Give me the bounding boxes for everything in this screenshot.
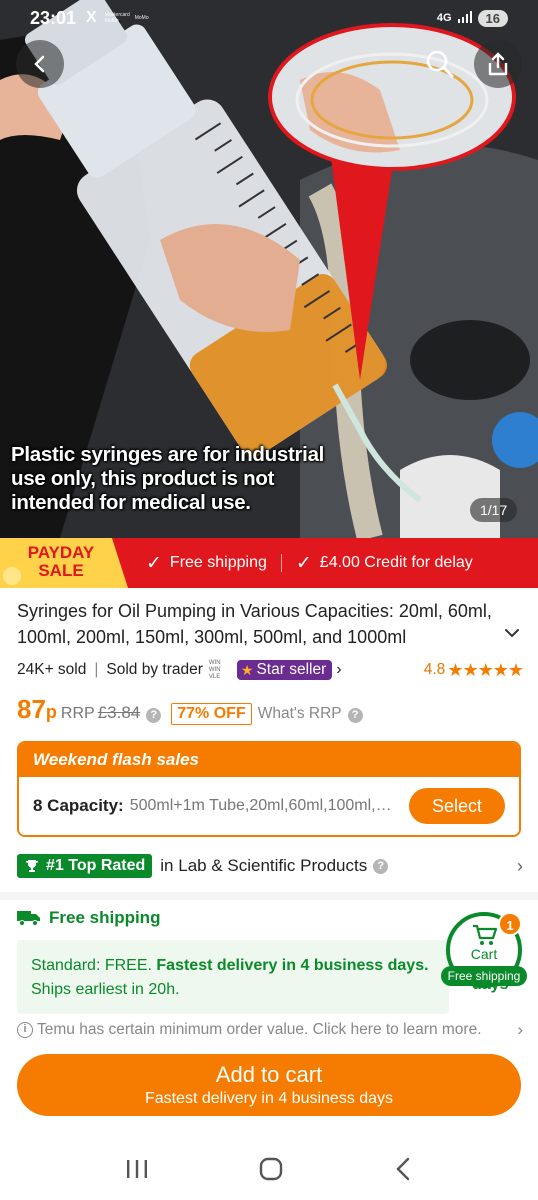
add-to-cart-button[interactable]: Add to cart Fastest delivery in 4 busine…: [17, 1054, 521, 1116]
free-shipping-header: Free shipping: [17, 908, 160, 928]
star-seller-badge[interactable]: ★ Star seller: [236, 660, 333, 680]
flash-sale-header: Weekend flash sales: [19, 743, 519, 777]
star-seller-label: Star seller: [256, 661, 327, 678]
check-icon: ✓: [295, 552, 312, 574]
notice-text: Temu has certain minimum order value. Cl…: [37, 1021, 482, 1038]
shipping-details[interactable]: Standard: FREE. Fastest delivery in 4 bu…: [17, 940, 449, 1014]
promo-free-shipping: ✓ Free shipping: [146, 538, 267, 588]
discount-badge: 77% OFF: [171, 703, 252, 725]
back-button[interactable]: [16, 40, 64, 88]
promo-badge-line1: PAYDAY: [27, 543, 95, 562]
status-time: 23:01: [30, 7, 77, 28]
promo-item-label: £4.00 Credit for delay: [319, 554, 473, 571]
help-icon[interactable]: ?: [347, 708, 363, 723]
help-icon[interactable]: ?: [373, 858, 389, 874]
sold-count: 24K+ sold: [17, 661, 87, 678]
product-image-carousel[interactable]: 23:01 X Mastercard MoMo MoMo 4G 16 Plast…: [0, 0, 538, 538]
cart-icon: [473, 924, 498, 945]
top-rated-row[interactable]: #1 Top Rated in Lab & Scientific Product…: [17, 851, 523, 881]
trophy-icon: [26, 860, 38, 872]
home-icon[interactable]: [258, 1156, 284, 1182]
add-to-cart-label: Add to cart: [215, 1062, 323, 1087]
system-nav-bar: [0, 1138, 538, 1200]
capacity-selector[interactable]: 8 Capacity: 500ml+1m Tube,20ml,60ml,100m…: [19, 777, 519, 835]
chevron-right-icon: ›: [517, 1020, 523, 1039]
promo-credit-for-delay: ✓ £4.00 Credit for delay: [296, 538, 473, 588]
title-fade: [410, 624, 490, 650]
star-icon: ★: [240, 661, 254, 678]
rating-value: 4.8: [423, 661, 446, 678]
rrp-label: RRP: [60, 705, 95, 722]
battery-indicator: 16: [477, 9, 508, 27]
price: 87: [17, 694, 46, 724]
shipping-standard-prefix: Standard: FREE.: [31, 957, 152, 974]
free-shipping-label: Free shipping: [49, 908, 161, 927]
promo-item-label: Free shipping: [169, 554, 267, 571]
top-rated-label: #1 Top Rated: [46, 857, 146, 874]
momo-icon: MoMo: [134, 15, 149, 21]
rating-stars-icon: ★★★★★: [447, 659, 524, 680]
status-bar: 23:01 X Mastercard MoMo MoMo 4G 16: [0, 0, 538, 36]
shipping-ships-earliest: Ships earliest in 20h.: [31, 981, 180, 998]
chevron-down-icon[interactable]: [503, 624, 521, 642]
top-rated-category: in Lab & Scientific Products: [160, 856, 368, 875]
signal-icon: [457, 10, 472, 26]
search-icon: [426, 50, 454, 78]
promo-bar: PAYDAY SALE ✓ Free shipping ✓ £4.00 Cred…: [0, 538, 538, 588]
flash-sale-box: Weekend flash sales 8 Capacity: 500ml+1m…: [17, 741, 521, 837]
check-icon: ✓: [146, 552, 162, 574]
cart-label: Cart: [470, 946, 498, 962]
floating-cart-button[interactable]: Cart Free shipping 1: [441, 912, 527, 992]
shipping-standard: Standard: FREE. Fastest delivery in 4 bu…: [31, 954, 435, 978]
rating[interactable]: 4.8 ★★★★★: [423, 659, 524, 681]
chevron-left-icon: [34, 55, 45, 73]
x-app-icon: X: [86, 9, 97, 26]
sold-by[interactable]: Sold by trader: [106, 661, 203, 679]
network-indicator: 4G: [436, 12, 452, 24]
minimum-order-notice[interactable]: i Temu has certain minimum order value. …: [17, 1020, 523, 1040]
cart-free-shipping-tag: Free shipping: [441, 966, 527, 986]
back-icon[interactable]: [393, 1157, 413, 1181]
top-rated-badge: #1 Top Rated: [17, 854, 153, 878]
mastercard-momo-icon: Mastercard MoMo: [104, 12, 130, 24]
capacity-value: 500ml+1m Tube,20ml,60ml,100ml,200ml: [129, 797, 398, 814]
cart-count-badge: 1: [498, 912, 522, 936]
divider: [280, 554, 282, 572]
search-button[interactable]: [416, 40, 464, 88]
share-button[interactable]: [474, 40, 522, 88]
section-divider: [0, 892, 538, 900]
payday-sale-badge: PAYDAY SALE: [0, 538, 128, 588]
recent-apps-icon[interactable]: [125, 1158, 149, 1180]
chevron-right-icon[interactable]: ›: [517, 856, 523, 877]
image-caption: Plastic syringes are for industrial use …: [11, 443, 325, 514]
promo-badge-line2: SALE: [38, 561, 84, 580]
shipping-standard-bold: Fastest delivery in 4 business days.: [156, 957, 429, 974]
info-icon: i: [17, 1022, 33, 1038]
divider: |: [94, 661, 99, 678]
help-icon[interactable]: ?: [146, 708, 162, 723]
price-row: 87 p RRP £3.84 ? 77% OFF What's RRP ?: [17, 694, 363, 728]
whats-rrp-link[interactable]: What's RRP: [258, 705, 342, 723]
trader-logo[interactable]: WIN WIN VLE: [209, 660, 231, 681]
add-to-cart-sublabel: Fastest delivery in 4 business days: [144, 1090, 394, 1107]
image-counter: 1/17: [470, 498, 518, 522]
truck-icon: [17, 911, 40, 926]
price-unit: p: [45, 702, 57, 722]
rrp-value: £3.84: [97, 703, 141, 722]
select-button[interactable]: Select: [409, 788, 505, 824]
capacity-label: 8 Capacity:: [33, 796, 124, 815]
chevron-right-icon[interactable]: ›: [336, 661, 341, 679]
share-icon: [488, 52, 508, 76]
product-meta-row: 24K+ sold | Sold by trader WIN WIN VLE ★…: [17, 658, 524, 682]
